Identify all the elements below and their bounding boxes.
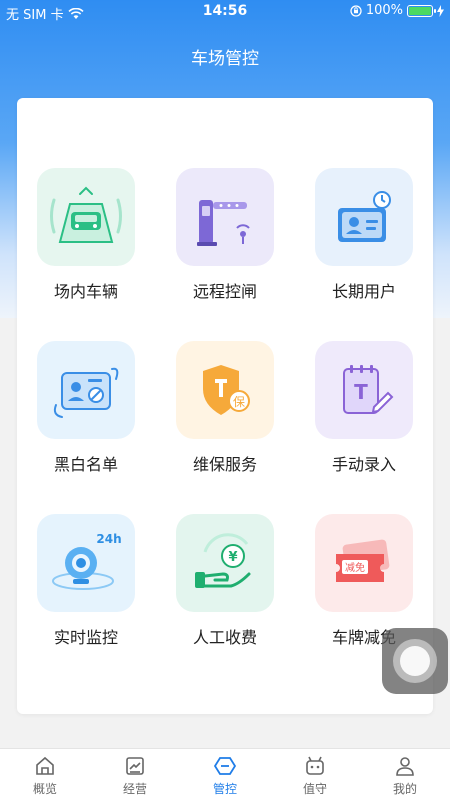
status-bar: 无 SIM 卡 14:56 100% xyxy=(0,0,450,24)
tile-label: 人工收费 xyxy=(192,628,257,647)
plate-discount-icon: 减免 xyxy=(315,514,413,612)
tab-duty[interactable]: 值守 xyxy=(270,749,360,800)
camera-24h-icon: 24h xyxy=(37,514,135,612)
charging-icon xyxy=(437,4,444,17)
manual-entry-badge: T xyxy=(354,380,368,404)
tab-overview[interactable]: 概览 xyxy=(0,749,90,800)
assistive-touch-button[interactable] xyxy=(382,628,448,694)
control-icon xyxy=(213,757,237,775)
tile-blacklist[interactable]: 黑白名单 xyxy=(36,341,136,475)
tile-label: 长期用户 xyxy=(331,282,396,301)
tab-business[interactable]: 经营 xyxy=(90,749,180,800)
tile-label: 维保服务 xyxy=(192,455,257,474)
manual-charge-badge: ¥ xyxy=(228,550,237,565)
tile-label: 远程控闸 xyxy=(192,282,257,301)
battery-icon xyxy=(407,4,436,17)
manual-entry-icon: T xyxy=(315,341,413,439)
page-title: 车场管控 xyxy=(191,49,259,69)
robot-icon xyxy=(306,756,324,775)
remote-gate-icon xyxy=(176,168,274,266)
tab-label: 值守 xyxy=(302,782,327,796)
maintenance-badge: 保 xyxy=(233,395,245,409)
home-icon xyxy=(36,756,54,775)
tile-car-in-lot[interactable]: 场内车辆 xyxy=(36,168,136,302)
tab-mine[interactable]: 我的 xyxy=(360,749,450,800)
tab-label: 经营 xyxy=(122,782,147,796)
chart-icon xyxy=(126,757,144,775)
tab-label: 管控 xyxy=(212,782,237,796)
bottom-tab-bar: 概览 经营 管控 值守 我的 xyxy=(0,748,450,800)
manual-charge-icon: ¥ xyxy=(176,514,274,612)
tile-manual-entry[interactable]: T 手动录入 xyxy=(314,341,414,475)
tile-maintenance[interactable]: 保 维保服务 xyxy=(175,341,275,475)
tab-label: 我的 xyxy=(392,782,417,796)
maintenance-shield-icon: 保 xyxy=(176,341,274,439)
tile-label: 黑白名单 xyxy=(53,455,118,474)
tile-label: 手动录入 xyxy=(331,455,396,474)
battery-percent: 100% xyxy=(365,3,403,18)
camera-24h-badge: 24h xyxy=(96,532,121,546)
assistive-touch-ring xyxy=(393,639,437,683)
feature-grid-card: 场内车辆 远程控闸 长期用户 黑白名单 保 维保服务 T 手动录入 24h 实时… xyxy=(17,98,433,714)
user-icon xyxy=(396,757,414,776)
tile-long-term-user[interactable]: 长期用户 xyxy=(314,168,414,302)
tile-manual-charge[interactable]: ¥ 人工收费 xyxy=(175,514,275,648)
car-in-lot-icon xyxy=(37,168,135,266)
tab-control[interactable]: 管控 xyxy=(180,749,270,800)
tile-label: 实时监控 xyxy=(53,628,118,647)
plate-discount-badge: 减免 xyxy=(345,561,365,574)
tile-label: 场内车辆 xyxy=(53,282,118,301)
orientation-lock-icon xyxy=(350,4,362,17)
long-term-user-icon xyxy=(315,168,413,266)
tile-remote-gate[interactable]: 远程控闸 xyxy=(175,168,275,302)
blacklist-card-icon xyxy=(37,341,135,439)
assistive-touch-dot xyxy=(400,646,430,676)
tile-live-monitor[interactable]: 24h 实时监控 xyxy=(36,514,136,648)
tab-label: 概览 xyxy=(32,782,57,796)
